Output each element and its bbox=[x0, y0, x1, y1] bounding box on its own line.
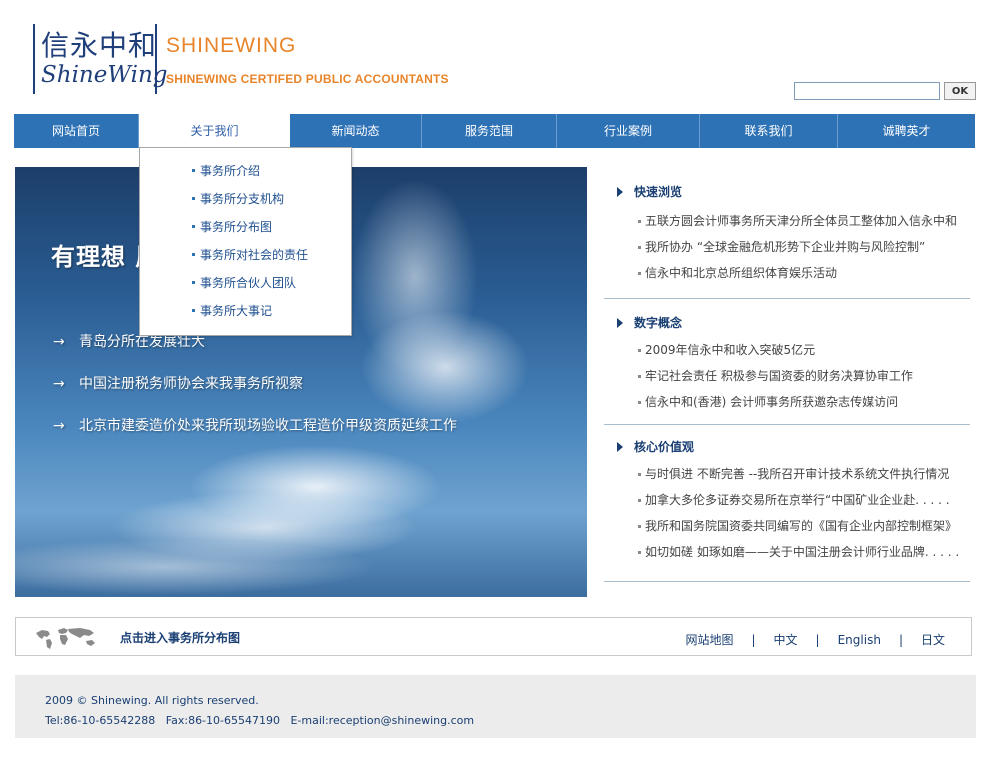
nav-item-about[interactable]: 关于我们 bbox=[139, 114, 290, 148]
section-core-values: 核心价值观 与时俱进 不断完善 --我所召开审计技术系统文件执行情况 加拿大多伦… bbox=[604, 437, 970, 582]
arrow-right-icon: → bbox=[53, 334, 65, 350]
nav-item-news[interactable]: 新闻动态 bbox=[290, 114, 422, 148]
separator: | bbox=[898, 633, 903, 647]
bullet-icon bbox=[638, 525, 641, 528]
menu-item-responsibility[interactable]: 事务所对社会的责任 bbox=[140, 244, 351, 272]
brand-subtitle: SHINEWING CERTIFED PUBLIC ACCOUNTANTS bbox=[166, 72, 449, 86]
bullet-icon bbox=[638, 473, 641, 476]
nav-item-cases[interactable]: 行业案例 bbox=[557, 114, 700, 148]
search-input[interactable] bbox=[794, 82, 940, 100]
bullet-icon bbox=[638, 499, 641, 502]
bullet-icon bbox=[192, 169, 195, 172]
section-numbers: 数字概念 2009年信永中和收入突破5亿元 牢记社会责任 积极参与国资委的财务决… bbox=[604, 313, 970, 425]
bullet-icon bbox=[638, 551, 641, 554]
arrow-right-icon: → bbox=[53, 376, 65, 392]
nav-item-contact[interactable]: 联系我们 bbox=[700, 114, 838, 148]
about-dropdown-menu: 事务所介绍 事务所分支机构 事务所分布图 事务所对社会的责任 事务所合伙人团队 … bbox=[139, 147, 352, 336]
section-quick-browse: 快速浏览 五联方圆会计师事务所天津分所全体员工整体加入信永中和 我所协办 “全球… bbox=[604, 182, 970, 299]
triangle-right-icon bbox=[617, 442, 623, 452]
news-item[interactable]: 加拿大多伦多证券交易所在京举行“中国矿业企业赴. . . . . bbox=[604, 487, 970, 513]
news-item[interactable]: 与时俱进 不断完善 --我所召开审计技术系统文件执行情况 bbox=[604, 461, 970, 487]
office-map-link[interactable]: 点击进入事务所分布图 bbox=[120, 629, 240, 646]
triangle-right-icon bbox=[617, 187, 623, 197]
arrow-right-icon: → bbox=[53, 418, 65, 434]
menu-item-distribution[interactable]: 事务所分布图 bbox=[140, 216, 351, 244]
menu-item-milestones[interactable]: 事务所大事记 bbox=[140, 300, 351, 328]
bullet-icon bbox=[638, 246, 641, 249]
bullet-icon bbox=[192, 225, 195, 228]
news-item[interactable]: 牢记社会责任 积极参与国资委的财务决算协审工作 bbox=[604, 363, 970, 389]
triangle-right-icon bbox=[617, 318, 623, 328]
banner-link-3[interactable]: → 北京市建委造价处来我所现场验收工程造价甲级资质延续工作 bbox=[53, 415, 457, 435]
bullet-icon bbox=[192, 197, 195, 200]
nav-item-careers[interactable]: 诚聘英才 bbox=[838, 114, 975, 148]
news-item[interactable]: 五联方圆会计师事务所天津分所全体员工整体加入信永中和 bbox=[604, 208, 970, 234]
office-map-bar: 点击进入事务所分布图 网站地图 | 中文 | English | 日文 bbox=[15, 617, 972, 656]
section-title: 数字概念 bbox=[604, 313, 970, 333]
bullet-icon bbox=[638, 375, 641, 378]
menu-item-intro[interactable]: 事务所介绍 bbox=[140, 160, 351, 188]
logo-bar-left bbox=[33, 24, 35, 94]
bullet-icon bbox=[638, 220, 641, 223]
news-item[interactable]: 信永中和(香港) 会计师事务所获邀杂志传媒访问 bbox=[604, 389, 970, 415]
main-nav: 网站首页 关于我们 新闻动态 服务范围 行业案例 联系我们 诚聘英才 bbox=[14, 114, 975, 148]
logo-chinese: 信永中和 bbox=[41, 29, 158, 62]
menu-item-branches[interactable]: 事务所分支机构 bbox=[140, 188, 351, 216]
menu-item-partners[interactable]: 事务所合伙人团队 bbox=[140, 272, 351, 300]
separator: | bbox=[751, 633, 756, 647]
section-title: 核心价值观 bbox=[604, 437, 970, 457]
bullet-icon bbox=[638, 349, 641, 352]
news-item[interactable]: 我所协办 “全球金融危机形势下企业并购与风险控制” bbox=[604, 234, 970, 260]
lang-japanese-link[interactable]: 日文 bbox=[921, 633, 945, 647]
news-item[interactable]: 我所和国务院国资委共同编写的《国有企业内部控制框架》 bbox=[604, 513, 970, 539]
bullet-icon bbox=[638, 272, 641, 275]
lang-english-link[interactable]: English bbox=[838, 633, 881, 647]
bullet-icon bbox=[638, 401, 641, 404]
bullet-icon bbox=[192, 253, 195, 256]
footer-copyright: 2009 © Shinewing. All rights reserved. bbox=[45, 694, 259, 707]
footer-contact: Tel:86-10-65542288 Fax:86-10-65547190 E-… bbox=[45, 714, 475, 727]
bullet-icon bbox=[192, 281, 195, 284]
language-links: 网站地图 | 中文 | English | 日文 bbox=[685, 631, 945, 648]
nav-item-services[interactable]: 服务范围 bbox=[422, 114, 557, 148]
separator: | bbox=[815, 633, 820, 647]
logo[interactable]: 信永中和 ShineWing bbox=[33, 22, 167, 96]
world-map-icon bbox=[36, 628, 95, 649]
banner-link-2[interactable]: → 中国注册税务师协会来我事务所视察 bbox=[53, 373, 303, 393]
section-title: 快速浏览 bbox=[604, 182, 970, 202]
news-item[interactable]: 如切如磋 如琢如磨——关于中国注册会计师行业品牌. . . . . bbox=[604, 539, 970, 565]
search-ok-button[interactable]: OK bbox=[944, 82, 976, 100]
logo-bar-right bbox=[155, 24, 157, 94]
lang-chinese-link[interactable]: 中文 bbox=[774, 633, 798, 647]
news-item[interactable]: 信永中和北京总所组织体育娱乐活动 bbox=[604, 260, 970, 286]
news-item[interactable]: 2009年信永中和收入突破5亿元 bbox=[604, 337, 970, 363]
bullet-icon bbox=[192, 309, 195, 312]
nav-item-home[interactable]: 网站首页 bbox=[14, 114, 139, 148]
sitemap-link[interactable]: 网站地图 bbox=[685, 633, 733, 647]
footer: 2009 © Shinewing. All rights reserved. T… bbox=[15, 675, 976, 738]
brand-name: SHINEWING bbox=[166, 34, 297, 57]
logo-english: ShineWing bbox=[41, 62, 168, 88]
